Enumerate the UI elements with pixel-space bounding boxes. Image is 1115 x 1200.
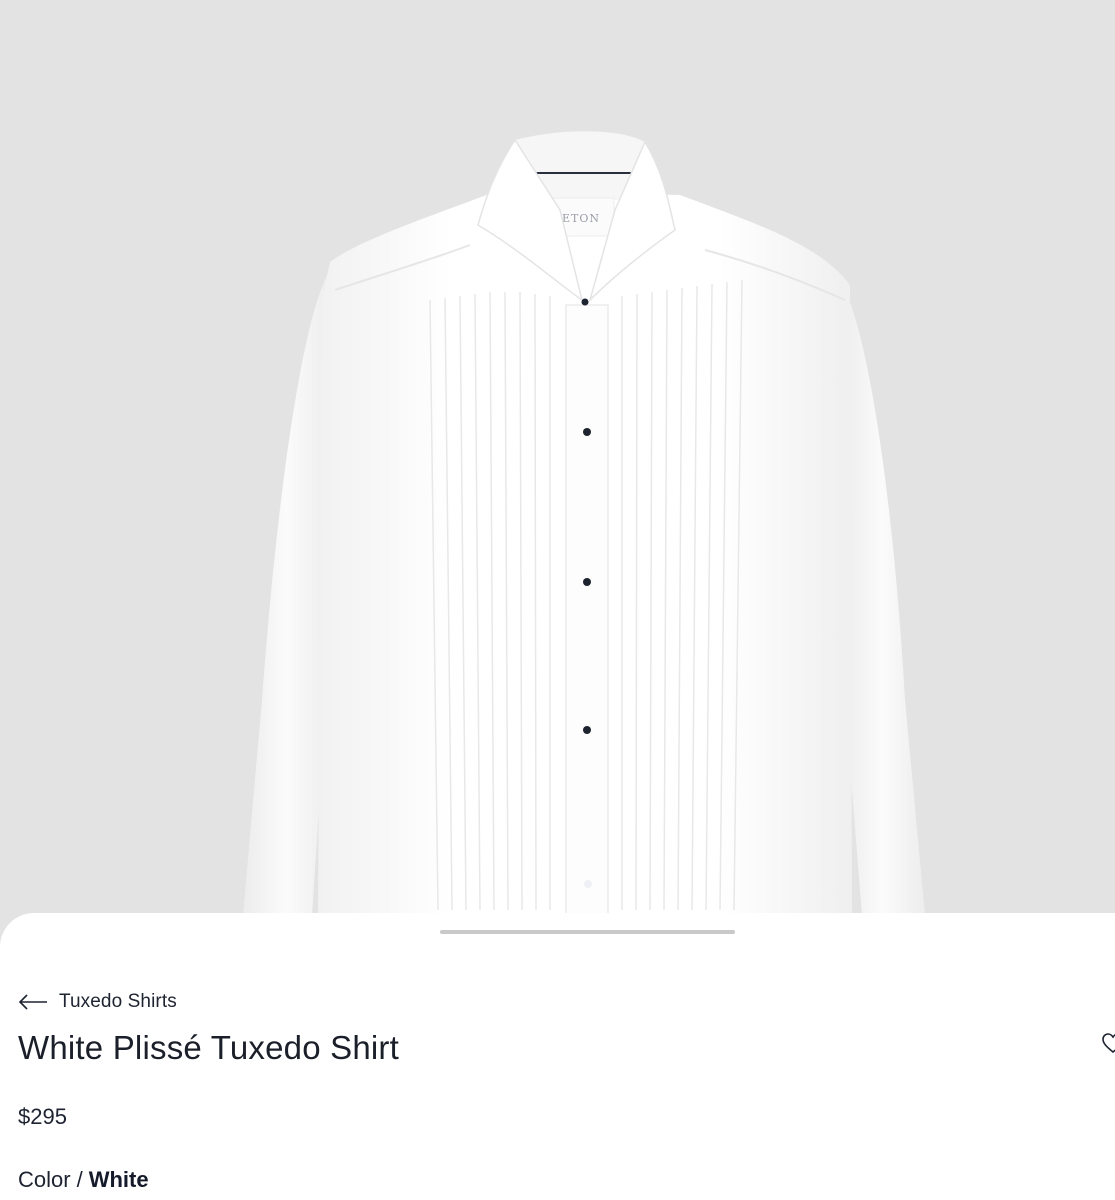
brand-label-text: ETON bbox=[562, 212, 600, 225]
color-selection: Color / White bbox=[18, 1167, 149, 1193]
product-image[interactable]: ETON bbox=[0, 0, 1115, 930]
heart-icon bbox=[1101, 1033, 1115, 1059]
color-separator: / bbox=[76, 1167, 83, 1192]
shirt-illustration: ETON bbox=[243, 131, 925, 916]
arrow-left-icon bbox=[18, 994, 48, 1010]
product-details-sheet: Tuxedo Shirts White Plissé Tuxedo Shirt … bbox=[0, 913, 1115, 1200]
color-value: White bbox=[88, 1167, 149, 1192]
sheet-drag-handle[interactable] bbox=[440, 930, 735, 934]
product-title: White Plissé Tuxedo Shirt bbox=[18, 1029, 399, 1066]
wishlist-button[interactable] bbox=[1101, 1031, 1115, 1055]
product-price: $295 bbox=[18, 1104, 67, 1129]
breadcrumb-label: Tuxedo Shirts bbox=[59, 991, 177, 1012]
color-label: Color bbox=[18, 1167, 71, 1192]
breadcrumb-back-link[interactable]: Tuxedo Shirts bbox=[18, 990, 177, 1014]
